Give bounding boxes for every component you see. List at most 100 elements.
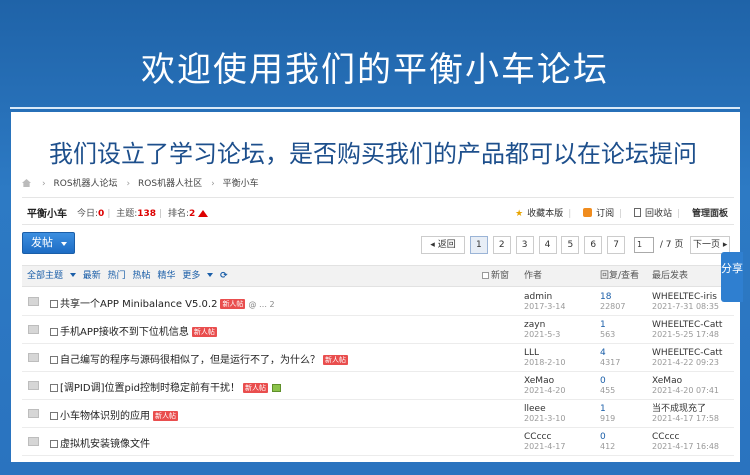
thread-last-post[interactable]: CCccc 2021-4-17 16:48: [652, 432, 719, 452]
filter-more[interactable]: 更多: [182, 271, 214, 281]
new-user-badge: 新人帖: [220, 299, 246, 309]
thread-title[interactable]: 小车物体识别的应用 新人帖: [50, 407, 178, 422]
table-row: 自己编写的程序与源码很相似了，但是运行不了，为什么？ 新人帖 LLL 2018-2-…: [22, 344, 734, 372]
thread-author[interactable]: XeMao 2021-4-20: [524, 376, 565, 396]
checkbox-icon: [50, 384, 58, 392]
thread-last-post[interactable]: XeMao 2021-4-20 07:41: [652, 376, 719, 396]
image-attachment-icon: [271, 384, 281, 392]
chevron-down-icon: [207, 273, 214, 277]
forum-stats: 今日:0 | 主题:138 | 排名:2: [77, 206, 209, 219]
rank-up-icon: [198, 210, 209, 217]
banner: 欢迎使用我们的平衡小车论坛: [0, 0, 750, 112]
page-total: / 7 页: [659, 240, 684, 250]
page-input[interactable]: 1: [634, 237, 654, 253]
thread-filters: 全部主题 最新 热门 热帖 精华 更多 ⟳: [27, 266, 232, 286]
table-header: 全部主题 最新 热门 热帖 精华 更多 ⟳ 新窗 作者 回复/查看 最后发表: [22, 265, 734, 287]
subtitle: 我们设立了学习论坛，是否购买我们的产品都可以在论坛提问: [49, 140, 697, 168]
thread-author[interactable]: CCccc 2021-4-17: [524, 432, 565, 452]
page-3[interactable]: 3: [515, 236, 534, 254]
col-author: 作者: [524, 271, 543, 281]
thread-title[interactable]: 自己编写的程序与源码很相似了，但是运行不了，为什么？ 新人帖: [50, 351, 348, 366]
page-5[interactable]: 5: [561, 236, 580, 254]
thread-last-post[interactable]: WHEELTEC-Catt 2021-5-25 17:48: [652, 320, 722, 340]
thread-title[interactable]: 虚拟机安装镜像文件: [50, 435, 150, 450]
rank-value: 2: [189, 209, 196, 219]
thread-author[interactable]: LLL 2018-2-10: [524, 348, 565, 368]
folder-icon: [28, 297, 39, 306]
thread-last-post[interactable]: WHEELTEC-Catt 2021-4-22 09:23: [652, 348, 722, 368]
thread-title[interactable]: [调PID调]位置pid控制时稳定前有干扰！ 新人帖: [50, 379, 281, 394]
new-window-toggle[interactable]: 新窗: [482, 266, 509, 286]
rss-icon: [583, 208, 593, 217]
page-7[interactable]: 7: [607, 236, 626, 254]
chevron-right-icon: ›: [126, 179, 131, 189]
page-4[interactable]: 4: [538, 236, 557, 254]
breadcrumb-item[interactable]: ROS机器人论坛: [53, 179, 117, 189]
post-button[interactable]: 发帖: [22, 232, 75, 254]
forum-actions: ★ 收藏本版 | 订阅 | 回收站 | 管理面板: [515, 208, 728, 219]
thread-author[interactable]: zayn 2021-5-3: [524, 320, 560, 340]
thread-extra: @ … 2: [248, 300, 275, 309]
thread-title[interactable]: 手机APP接收不到下位机信息 新人帖: [50, 323, 217, 338]
refresh-icon[interactable]: ⟳: [220, 271, 228, 281]
filter-latest[interactable]: 最新: [83, 271, 101, 281]
forum-panel: 我们设立了学习论坛，是否购买我们的产品都可以在论坛提问 › ROS机器人论坛 › …: [11, 112, 740, 462]
today-count: 0: [98, 209, 105, 219]
new-user-badge: 新人帖: [242, 383, 268, 393]
breadcrumb: › ROS机器人论坛 › ROS机器人社区 › 平衡小车: [22, 176, 263, 189]
folder-icon: [28, 353, 39, 362]
share-button[interactable]: 分享: [721, 252, 743, 302]
folder-icon: [28, 325, 39, 334]
manage-link[interactable]: 管理面板: [692, 209, 728, 219]
thread-author[interactable]: admin 2017-3-14: [524, 292, 565, 312]
col-last-post: 最后发表: [652, 271, 689, 281]
filter-digest[interactable]: 精华: [157, 271, 175, 281]
thread-author[interactable]: lleee 2021-3-10: [524, 404, 565, 424]
new-user-badge: 新人帖: [191, 327, 217, 337]
thread-last-post[interactable]: WHEELTEC-iris 2021-7-31 08:35: [652, 292, 719, 312]
breadcrumb-item[interactable]: 平衡小车: [223, 179, 259, 189]
breadcrumb-item[interactable]: ROS机器人社区: [138, 179, 202, 189]
banner-divider: [10, 107, 740, 109]
checkbox-icon: [482, 272, 489, 279]
chevron-down-icon: [69, 273, 76, 277]
new-user-badge: 新人帖: [323, 355, 348, 365]
forum-name: 平衡小车: [27, 209, 67, 220]
table-row: 共享一个APP Minibalance V5.0.2 新人帖 @ … 2 admin…: [22, 288, 734, 316]
table-row: 虚拟机安装镜像文件 CCccc 2021-4-17 0 412 CCccc 2021-…: [22, 428, 734, 456]
filter-all[interactable]: 全部主题: [27, 271, 76, 281]
favorite-link[interactable]: 收藏本版: [527, 209, 563, 219]
table-row: 小车物体识别的应用 新人帖 lleee 2021-3-10 1 919 当不成现充了 2…: [22, 400, 734, 428]
chevron-down-icon: [61, 242, 67, 246]
page-6[interactable]: 6: [584, 236, 603, 254]
checkbox-icon: [50, 328, 58, 336]
checkbox-icon: [50, 412, 58, 420]
checkbox-icon: [50, 440, 58, 448]
new-user-badge: 新人帖: [153, 411, 178, 421]
folder-icon: [28, 381, 39, 390]
banner-title: 欢迎使用我们的平衡小车论坛: [141, 50, 609, 90]
thread-last-post[interactable]: 当不成现充了 2021-4-17 17:58: [652, 404, 719, 424]
pagination: ◂ 返回 1 2 3 4 5 6 7 1 / 7 页 下一页 ▸: [421, 236, 732, 254]
trash-icon: [634, 208, 642, 217]
star-icon: ★: [515, 209, 524, 219]
recycle-link[interactable]: 回收站: [645, 209, 672, 219]
forum-header: 平衡小车 今日:0 | 主题:138 | 排名:2 ★ 收藏本版 | 订阅 | 回收站 | …: [22, 197, 734, 225]
page-1[interactable]: 1: [469, 236, 488, 254]
checkbox-icon: [50, 300, 58, 308]
back-button[interactable]: ◂ 返回: [421, 236, 465, 254]
page-2[interactable]: 2: [492, 236, 511, 254]
filter-hot[interactable]: 热门: [108, 271, 126, 281]
folder-icon: [28, 437, 39, 446]
chevron-right-icon: ›: [42, 179, 46, 189]
thread-stats: 18 22807: [600, 292, 626, 311]
table-row: [调PID调]位置pid控制时稳定前有干扰！ 新人帖 XeMao 2021-4-20…: [22, 372, 734, 400]
thread-stats: 4 4317: [600, 348, 621, 367]
filter-hot-posts[interactable]: 热帖: [133, 271, 151, 281]
thread-stats: 1 919: [600, 404, 616, 423]
home-icon[interactable]: [22, 179, 31, 187]
folder-icon: [28, 409, 39, 418]
subscribe-link[interactable]: 订阅: [596, 209, 614, 219]
thread-title[interactable]: 共享一个APP Minibalance V5.0.2 新人帖 @ … 2: [50, 295, 275, 310]
thread-list: 共享一个APP Minibalance V5.0.2 新人帖 @ … 2 admin…: [22, 288, 734, 456]
